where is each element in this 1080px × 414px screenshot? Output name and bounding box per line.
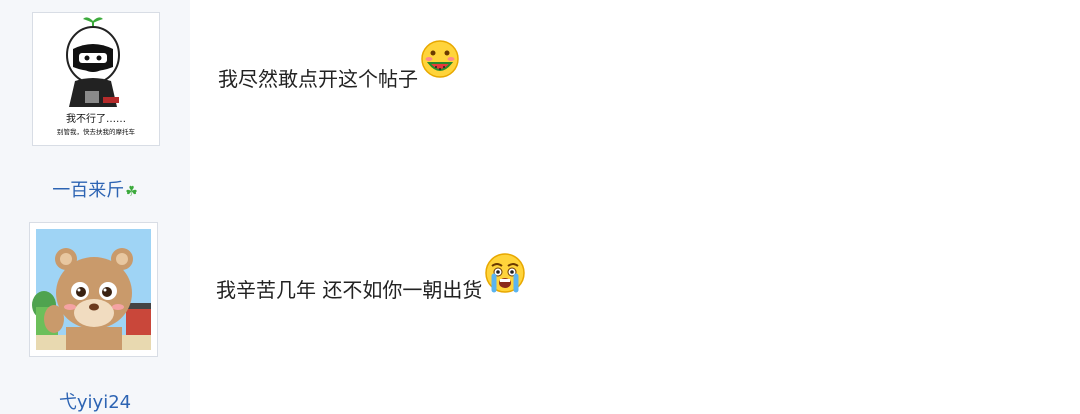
username-link[interactable]: 弋yiyi24 bbox=[0, 388, 190, 414]
avatar-caption-line2: 别管我，快去扶我的摩托车 bbox=[57, 127, 136, 136]
post-content: 我尽然敢点开这个帖子 bbox=[190, 0, 1080, 208]
user-sidebar: 我不行了…… 别管我，快去扶我的摩托车 一百来斤☘ bbox=[0, 0, 190, 208]
post-message: 我尽然敢点开这个帖子 bbox=[218, 40, 460, 92]
avatar-caption-line1: 我不行了…… bbox=[66, 112, 126, 125]
username-text: 一百来斤 bbox=[52, 180, 125, 201]
post-item: 我不行了…… 别管我，快去扶我的摩托车 一百来斤☘ 我尽然敢点开这个帖子 bbox=[0, 0, 1080, 208]
post-message-text: 我尽然敢点开这个帖子 bbox=[218, 67, 418, 91]
avatar[interactable] bbox=[29, 222, 158, 357]
username-link[interactable]: 一百来斤☘ bbox=[0, 176, 190, 202]
helmet-meme-avatar-image: 我不行了…… 别管我，快去扶我的摩托车 bbox=[33, 13, 159, 145]
user-sidebar: 弋yiyi24 bbox=[0, 208, 190, 414]
crying-face-emoji-icon bbox=[484, 252, 526, 299]
clover-icon: ☘ bbox=[125, 184, 138, 200]
watermelon-eating-face-emoji-icon bbox=[420, 39, 460, 84]
post-content: 我辛苦几年 还不如你一朝出货 bbox=[190, 208, 1080, 414]
bear-avatar-image bbox=[30, 223, 157, 356]
post-item: 弋yiyi24 我辛苦几年 还不如你一朝出货 bbox=[0, 208, 1080, 414]
post-message-text: 我辛苦几年 还不如你一朝出货 bbox=[216, 278, 483, 302]
avatar[interactable]: 我不行了…… 别管我，快去扶我的摩托车 bbox=[32, 12, 160, 146]
username-text: 弋yiyi24 bbox=[58, 392, 132, 413]
post-message: 我辛苦几年 还不如你一朝出货 bbox=[216, 253, 526, 303]
